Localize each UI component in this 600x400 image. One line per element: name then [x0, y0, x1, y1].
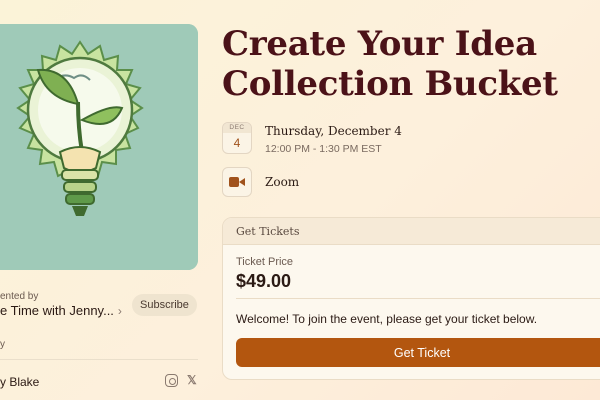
- get-ticket-button[interactable]: Get Ticket: [236, 338, 600, 367]
- location-badge: [222, 167, 252, 197]
- event-time: 12:00 PM - 1:30 PM EST: [265, 143, 382, 155]
- sidebar-divider: [0, 359, 198, 360]
- tickets-header: Get Tickets: [223, 218, 600, 245]
- hosted-by-label: y: [0, 339, 5, 350]
- host-person-name: y Blake: [0, 375, 40, 389]
- host-name: e Time with Jenny...: [0, 303, 114, 318]
- video-camera-icon: [229, 177, 245, 187]
- event-date: Thursday, December 4: [265, 124, 402, 138]
- date-badge-month: DEC: [223, 123, 251, 133]
- presented-by-label: ented by: [0, 291, 39, 302]
- event-location: Zoom: [265, 175, 300, 189]
- host-link[interactable]: e Time with Jenny... ›: [0, 303, 122, 318]
- subscribe-button[interactable]: Subscribe: [132, 294, 197, 316]
- date-badge-day: 4: [233, 136, 241, 150]
- ticket-price-label: Ticket Price: [236, 256, 294, 268]
- lightbulb-plant-illustration: [0, 24, 198, 270]
- instagram-icon[interactable]: [165, 374, 178, 387]
- welcome-message: Welcome! To join the event, please get y…: [236, 312, 538, 326]
- event-cover-image: [0, 24, 198, 270]
- chevron-right-icon: ›: [117, 303, 122, 318]
- tickets-card: Get Tickets Ticket Price $49.00 Welcome!…: [222, 217, 600, 380]
- event-title: Create Your Idea Collection Bucket: [222, 24, 558, 104]
- x-icon[interactable]: 𝕏: [187, 374, 197, 387]
- ticket-price: $49.00: [236, 271, 292, 291]
- tickets-divider: [236, 298, 600, 299]
- calendar-date-icon: DEC 4: [222, 122, 252, 154]
